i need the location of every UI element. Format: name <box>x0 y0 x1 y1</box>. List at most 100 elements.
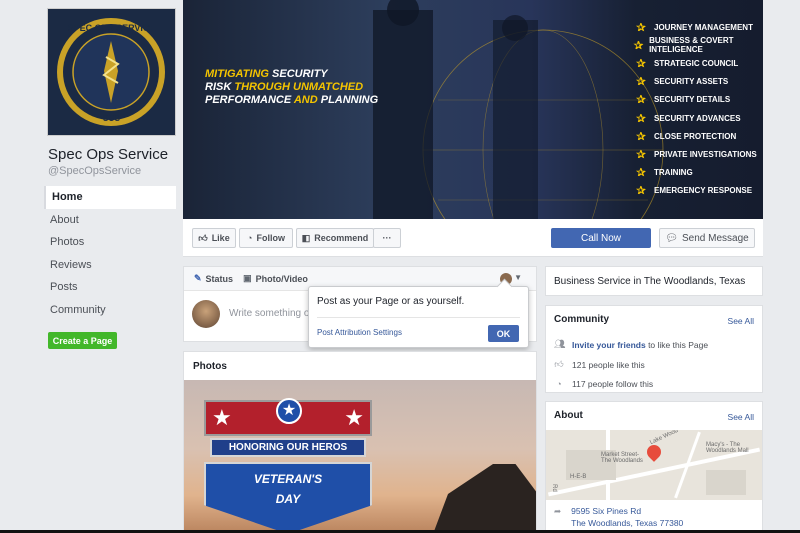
star-icon: ✰ <box>636 167 646 180</box>
popover-text: Post as your Page or as yourself. <box>317 296 465 307</box>
photos-card: Photos ★ ★ ★ HONORING OUR HEROS VETERAN'… <box>183 351 537 533</box>
nav-item-reviews[interactable]: Reviews <box>44 254 176 277</box>
logo-text-top: SPEC OPS SERVICE <box>67 23 156 33</box>
service-item: ✰ SECURITY DETAILS <box>628 91 763 109</box>
tab-photo-label: Photo/Video <box>255 273 308 284</box>
about-card: About See All Market Street-The Woodland… <box>545 401 763 533</box>
follow-button[interactable]: ◔ Follow <box>239 228 293 248</box>
left-nav: Home About Photos Reviews Posts Communit… <box>44 186 176 321</box>
thumbs-up-icon: 👍︎ <box>198 232 208 243</box>
directions-icon: ➦ <box>554 506 562 516</box>
service-label: SECURITY DETAILS <box>654 95 731 105</box>
address-line1: 9595 Six Pines Rd <box>571 506 642 516</box>
service-label: CLOSE PROTECTION <box>654 131 737 141</box>
more-options-button[interactable]: ··· <box>373 228 401 248</box>
service-item: ✰ STRATEGIC COUNCIL <box>628 54 763 72</box>
star-icon: ✰ <box>633 39 644 52</box>
post-attribution-settings-link[interactable]: Post Attribution Settings <box>317 328 402 337</box>
star-icon: ✰ <box>636 21 646 34</box>
service-label: SECURITY ASSETS <box>654 77 729 87</box>
slogan-word: THROUGH UNMATCHED <box>234 81 364 93</box>
about-see-all-link[interactable]: See All <box>728 412 754 422</box>
location-map[interactable]: Market Street-The Woodlands Macy's - The… <box>546 430 762 500</box>
address-row[interactable]: ➦ 9595 Six Pines Rd The Woodlands, Texas… <box>554 505 683 529</box>
popover-divider <box>317 317 520 318</box>
recommend-label: Recommend <box>314 233 369 243</box>
slogan-word: PLANNING <box>320 94 379 106</box>
star-icon: ✰ <box>636 112 646 125</box>
banner-honoring: HONORING OUR HEROS <box>210 438 366 457</box>
slogan-word: PERFORMANCE <box>205 94 292 106</box>
more-label: ··· <box>382 233 392 243</box>
service-item: ✰ BUSINESS & COVERT INTELIGENCE <box>628 36 763 54</box>
map-label: Market Street-The Woodlands <box>601 452 643 464</box>
nav-item-photos[interactable]: Photos <box>44 231 176 254</box>
page-action-bar: 👍︎ Like ◔ Follow ◧ Recommend ··· Call Now 💬… <box>183 219 763 257</box>
slogan-word: MITIGATING <box>205 68 269 80</box>
follows-count: 117 people follow this <box>572 379 654 389</box>
star-icon: ✰ <box>636 130 646 143</box>
call-now-button[interactable]: Call Now <box>551 228 651 248</box>
map-label: H-E-B <box>570 474 587 480</box>
service-item: ✰ CLOSE PROTECTION <box>628 127 763 145</box>
service-item: ✰ SECURITY ADVANCES <box>628 109 763 127</box>
service-item: ✰ PRIVATE INVESTIGATIONS <box>628 145 763 163</box>
logo-text-bottom: SOS <box>103 114 120 123</box>
slogan-word: AND <box>293 94 318 106</box>
business-info-card: Business Service in The Woodlands, Texas <box>545 266 763 296</box>
service-item: ✰ SECURITY ASSETS <box>628 73 763 91</box>
banner-stars: ★ ★ ★ <box>204 398 372 436</box>
service-item: ✰ JOURNEY MANAGEMENT <box>628 18 763 36</box>
send-message-label: Send Message <box>681 232 749 244</box>
chevron-down-icon[interactable]: ▼ <box>514 273 522 282</box>
page-profile-picture[interactable]: SPEC OPS SERVICE SOS <box>47 8 176 136</box>
cover-photo[interactable]: MITIGATING SECURITY RISK THROUGH UNMATCH… <box>183 0 763 219</box>
rss-icon: ◔ <box>247 233 253 243</box>
follow-label: Follow <box>256 233 285 243</box>
invite-row: 👥︎ Invite your friends to like this Page <box>554 339 708 350</box>
camera-icon: ▣ <box>243 273 252 283</box>
invite-text: to like this Page <box>648 339 709 350</box>
map-building <box>706 470 746 495</box>
nav-item-posts[interactable]: Posts <box>44 276 176 299</box>
service-label: PRIVATE INVESTIGATIONS <box>654 149 757 159</box>
nav-item-home[interactable]: Home <box>44 186 176 209</box>
banner-veterans-day: VETERAN'S DAY <box>204 462 372 532</box>
tab-status[interactable]: ✎ Status <box>194 273 233 284</box>
invite-friends-link[interactable]: Invite your friends <box>572 340 646 350</box>
nav-item-community[interactable]: Community <box>44 299 176 322</box>
like-button[interactable]: 👍︎ Like <box>192 228 236 248</box>
recommend-button[interactable]: ◧ Recommend <box>296 228 374 248</box>
soldier-silhouette <box>433 464 536 532</box>
follows-row: ◔ 117 people follow this <box>554 379 653 389</box>
community-see-all-link[interactable]: See All <box>728 316 754 326</box>
send-message-button[interactable]: 💬︎ Send Message <box>659 228 755 248</box>
like-label: Like <box>211 233 230 243</box>
slogan-word: RISK <box>205 81 232 93</box>
slogan-word: SECURITY <box>272 68 328 80</box>
service-label: SECURITY ADVANCES <box>654 113 741 123</box>
photos-title[interactable]: Photos <box>193 361 227 372</box>
nav-item-about[interactable]: About <box>44 209 176 232</box>
user-avatar <box>192 300 220 328</box>
community-title: Community <box>554 314 609 325</box>
create-page-button[interactable]: Create a Page <box>48 332 117 349</box>
megaphone-icon: ◧ <box>301 232 311 243</box>
banner-day: DAY <box>275 492 301 506</box>
star-icon: ★ <box>276 398 302 424</box>
post-attribution-popover: Post as your Page or as yourself. Post A… <box>308 286 529 348</box>
page-name[interactable]: Spec Ops Service <box>48 146 168 163</box>
thumbs-up-icon: 👍︎ <box>554 359 564 369</box>
star-icon: ✰ <box>636 148 646 161</box>
page-handle[interactable]: @SpecOpsService <box>48 165 141 177</box>
star-icon: ✰ <box>636 57 646 70</box>
tab-photo-video[interactable]: ▣ Photo/Video <box>243 273 308 284</box>
composer-input[interactable]: Write something o <box>229 308 309 319</box>
pencil-icon: ✎ <box>194 273 202 283</box>
ok-button[interactable]: OK <box>488 325 519 342</box>
service-label: JOURNEY MANAGEMENT <box>654 22 753 32</box>
people-icon: 👥︎ <box>554 339 566 349</box>
service-item: ✰ TRAINING <box>628 164 763 182</box>
banner-veterans: VETERAN'S <box>253 472 323 486</box>
photo-thumbnail[interactable]: ★ ★ ★ HONORING OUR HEROS VETERAN'S DAY <box>184 380 536 532</box>
